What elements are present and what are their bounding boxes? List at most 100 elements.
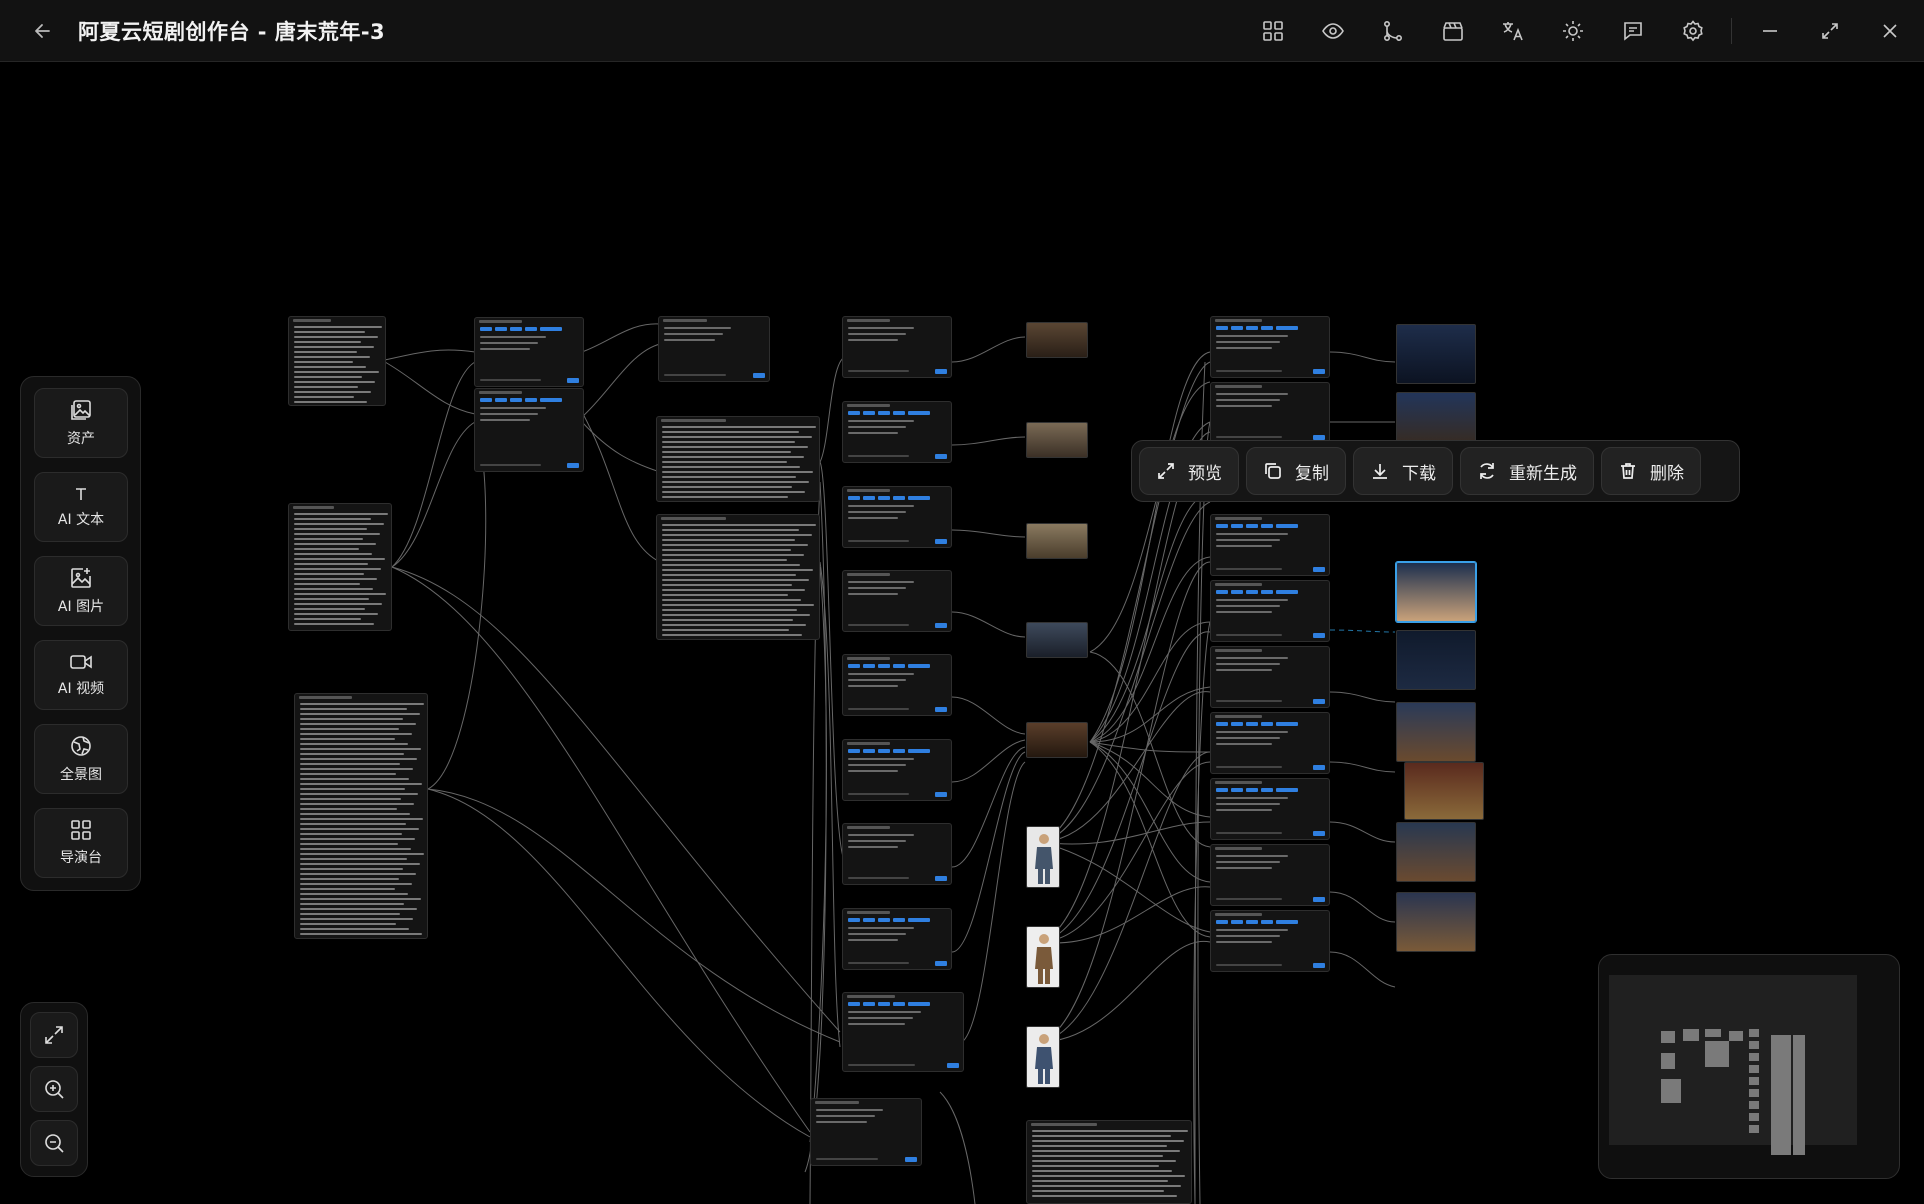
text-node[interactable] [1026,1120,1192,1204]
delete-button[interactable]: 删除 [1601,447,1701,495]
zoom-out-button[interactable] [30,1120,78,1166]
scene-image-node[interactable] [1026,622,1088,658]
run-node-button[interactable] [935,539,947,544]
scene-image-node[interactable] [1396,892,1476,952]
generation-node[interactable] [842,992,964,1072]
generation-node[interactable] [658,316,770,382]
run-node-button[interactable] [1313,963,1325,968]
regenerate-button[interactable]: 重新生成 [1460,447,1594,495]
generation-node[interactable] [1210,778,1330,840]
node-text-line [848,327,914,329]
scene-image-node[interactable] [1026,322,1088,358]
generation-node[interactable] [474,317,584,387]
run-node-button[interactable] [935,792,947,797]
run-node-button[interactable] [935,454,947,459]
scene-image-node[interactable] [1396,324,1476,384]
run-node-button[interactable] [1313,831,1325,836]
generation-node[interactable] [1210,844,1330,906]
run-node-button[interactable] [935,369,947,374]
node-text-line [300,773,396,775]
comments-button[interactable] [1603,0,1663,62]
run-node-button[interactable] [1313,369,1325,374]
minimap[interactable] [1598,954,1900,1179]
run-node-button[interactable] [1313,765,1325,770]
close-button[interactable] [1860,0,1920,62]
scene-image-node[interactable] [1404,762,1484,820]
run-node-button[interactable] [935,623,947,628]
character-image-node[interactable] [1026,1026,1060,1088]
run-node-button[interactable] [1313,699,1325,704]
scene-image-node[interactable] [1026,422,1088,458]
generation-node[interactable] [1210,712,1330,774]
minimap-viewport[interactable] [1609,975,1857,1145]
generation-node[interactable] [1210,910,1330,972]
run-node-button[interactable] [753,373,765,378]
generation-node[interactable] [842,654,952,716]
generation-node[interactable] [842,823,952,885]
scene-image-node[interactable] [1026,523,1088,559]
scene-image-node[interactable] [1026,722,1088,758]
dock-ai-video-button[interactable]: AI 视频 [34,640,128,710]
text-node[interactable] [288,503,392,631]
storyboard-button[interactable] [1423,0,1483,62]
scene-image-node[interactable] [1396,702,1476,762]
character-image-node[interactable] [1026,926,1060,988]
maximize-button[interactable] [1800,0,1860,62]
run-node-button[interactable] [567,463,579,468]
text-node[interactable] [288,316,386,406]
generation-node[interactable] [842,486,952,548]
fit-view-button[interactable] [30,1012,78,1058]
scene-image-node[interactable] [1396,822,1476,882]
run-node-button[interactable] [905,1157,917,1162]
node-header [661,419,726,422]
text-node[interactable] [656,514,820,640]
generation-node[interactable] [1210,316,1330,378]
generation-node[interactable] [1210,382,1330,444]
generation-node[interactable] [842,739,952,801]
text-node[interactable] [656,416,820,502]
node-text-line [662,624,806,626]
generation-node[interactable] [1210,646,1330,708]
download-button[interactable]: 下载 [1353,447,1453,495]
run-node-button[interactable] [567,378,579,383]
run-node-button[interactable] [935,876,947,881]
generation-node[interactable] [1210,580,1330,642]
generation-node[interactable] [474,388,584,472]
dock-panorama-button[interactable]: 全景图 [34,724,128,794]
text-node[interactable] [294,693,428,939]
node-text-line [1032,1180,1168,1182]
scene-image-node[interactable] [1396,630,1476,690]
dock-ai-image-button[interactable]: AI 图片 [34,556,128,626]
theme-toggle-button[interactable] [1543,0,1603,62]
scene-image-node[interactable] [1396,562,1476,622]
copy-button[interactable]: 复制 [1246,447,1346,495]
settings-button[interactable] [1663,0,1723,62]
run-node-button[interactable] [935,707,947,712]
run-node-button[interactable] [1313,633,1325,638]
minimize-button[interactable] [1740,0,1800,62]
translate-button[interactable] [1483,0,1543,62]
node-header [847,319,891,322]
generation-node[interactable] [842,570,952,632]
generation-node[interactable] [842,908,952,970]
generation-node[interactable] [842,401,952,463]
run-node-button[interactable] [1313,897,1325,902]
dock-director-button[interactable]: 导演台 [34,808,128,878]
back-button[interactable] [28,16,58,46]
workflow-button[interactable] [1363,0,1423,62]
preview-button[interactable]: 预览 [1139,447,1239,495]
generation-node[interactable] [810,1098,922,1166]
run-node-button[interactable] [947,1063,959,1068]
grid-view-button[interactable] [1243,0,1303,62]
preview-toggle-button[interactable] [1303,0,1363,62]
dock-assets-button[interactable]: 资产 [34,388,128,458]
regenerate-label: 重新生成 [1509,463,1577,484]
dock-ai-text-button[interactable]: AI 文本 [34,472,128,542]
run-node-button[interactable] [935,961,947,966]
generation-node[interactable] [842,316,952,378]
node-text-line [300,898,421,900]
run-node-button[interactable] [1313,567,1325,572]
character-image-node[interactable] [1026,826,1060,888]
generation-node[interactable] [1210,514,1330,576]
zoom-in-button[interactable] [30,1066,78,1112]
